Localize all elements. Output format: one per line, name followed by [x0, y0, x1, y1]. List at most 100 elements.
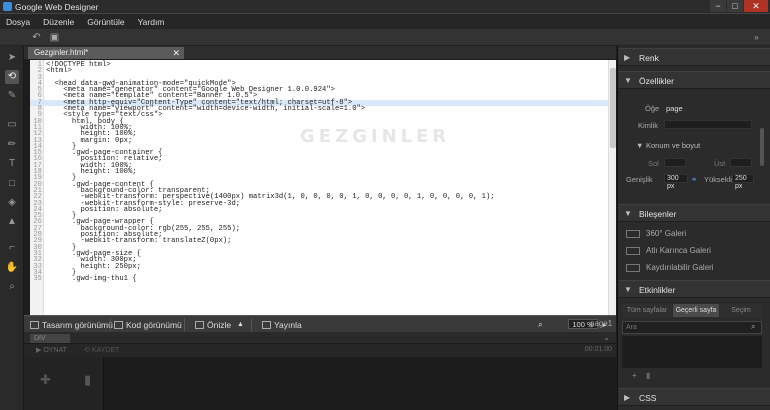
- zoom-icon: ⌕: [538, 319, 543, 329]
- preview-icon: [195, 320, 204, 329]
- tab-tum-sayfalar[interactable]: Tüm sayfalar: [622, 304, 672, 317]
- hand-tool-icon[interactable]: ✋: [5, 261, 19, 275]
- component-label: Atlı Karınca Galeri: [646, 246, 711, 255]
- close-button[interactable]: ✕: [744, 0, 768, 12]
- menu-duzenle[interactable]: Düzenle: [43, 17, 74, 27]
- collapse-timeline-icon[interactable]: ⌄: [603, 333, 610, 342]
- app-window: Google Web Designer − □ ✕ Dosya Düzenle …: [0, 0, 770, 410]
- sol-field[interactable]: [664, 158, 686, 167]
- fill-tool-icon[interactable]: ◈: [5, 196, 19, 210]
- tab-document-label: Gezginler.html*: [34, 48, 89, 57]
- events-search-input[interactable]: Ara: [622, 321, 762, 334]
- title-bar: Google Web Designer − □ ✕: [0, 0, 770, 14]
- view-bar: Tasarım görünümü Kod görünümü Önizle ▲ Y…: [24, 315, 616, 332]
- section-renk[interactable]: ▶ Renk: [618, 48, 770, 66]
- delete-event-icon[interactable]: ▮: [646, 371, 650, 380]
- collapse-arrow-icon: ▼: [624, 285, 632, 294]
- 3d-rotate-tool-icon[interactable]: ⟲: [5, 70, 19, 84]
- code-editor[interactable]: 1 <!DOCTYPE html> 2 <html> 3 4 <head data-gwd…: [30, 60, 616, 315]
- tab-document[interactable]: Gezginler.html* ✕: [28, 47, 184, 59]
- width-field[interactable]: 300 px: [664, 174, 688, 190]
- section-bilesenler[interactable]: ▼ Bileşenler: [618, 204, 770, 222]
- timeline-header: DIV ⌄: [24, 332, 616, 344]
- divider: [251, 318, 252, 331]
- code-view-button[interactable]: Kod görünümü: [114, 319, 182, 330]
- section-label: Özellikler: [639, 76, 674, 86]
- events-list: [622, 336, 762, 368]
- right-panel: ▶ Renk ▼ Özellikler Öğe page Kimlik ▼ Konu…: [617, 46, 770, 410]
- link-icon[interactable]: ⚭: [691, 175, 697, 184]
- undo-icon[interactable]: ↶: [31, 32, 42, 43]
- page-label: page1: [590, 319, 613, 328]
- timeline-controls: ▶ OYNAT ⟲ KAYDET 00:01.00: [24, 344, 616, 357]
- element-tab[interactable]: DIV: [30, 334, 70, 343]
- window-controls: − □ ✕: [709, 0, 768, 13]
- component-carousel[interactable]: Atlı Karınca Galeri: [626, 246, 711, 255]
- panel-scrollbar[interactable]: [760, 128, 764, 166]
- menu-yardim[interactable]: Yardım: [138, 17, 165, 27]
- maximize-button[interactable]: □: [727, 0, 743, 12]
- record-label: KAYDET: [91, 347, 120, 354]
- expand-panel-icon[interactable]: »: [751, 32, 762, 43]
- save-icon[interactable]: ▣: [49, 32, 60, 43]
- zoom-tool-icon[interactable]: ⌕: [5, 280, 19, 294]
- oge-label: Öğe: [645, 104, 660, 113]
- preview-dropdown-icon[interactable]: ▲: [237, 319, 244, 330]
- component-360-galeri[interactable]: 360° Galeri: [626, 229, 686, 238]
- section-etkinlikler[interactable]: ▼ Etkinlikler: [618, 280, 770, 298]
- select-tool-icon[interactable]: ➤: [5, 51, 19, 65]
- divider: [110, 318, 111, 331]
- swipe-gallery-icon: [626, 263, 640, 272]
- menu-goruntule[interactable]: Görüntüle: [87, 17, 124, 27]
- publish-button[interactable]: Yayınla: [262, 319, 302, 330]
- component-swipe[interactable]: Kaydırılabilir Galeri: [626, 263, 714, 272]
- search-icon[interactable]: ⌕: [751, 322, 755, 332]
- record-button[interactable]: ⟲ KAYDET: [84, 346, 119, 354]
- konum-toggle-icon[interactable]: ▼: [636, 141, 643, 150]
- code-view-icon: [114, 320, 123, 329]
- add-keyframe-icon[interactable]: ✚: [40, 372, 51, 388]
- publish-icon: [262, 320, 271, 329]
- preview-label: Önizle: [207, 319, 232, 330]
- tools-sidebar: ➤ ⟲ ✎ ▭ ✏ T □ ◈ ▲ ⌐ ✋ ⌕: [0, 46, 24, 410]
- scrollbar-thumb[interactable]: [610, 68, 616, 148]
- close-tab-icon[interactable]: ✕: [172, 47, 180, 59]
- eyedropper-tool-icon[interactable]: ⌐: [5, 241, 19, 255]
- play-button[interactable]: ▶ OYNAT: [36, 346, 67, 354]
- timeline-layers: ✚ ▮: [24, 357, 104, 410]
- section-label: Bileşenler: [639, 209, 677, 219]
- menu-dosya[interactable]: Dosya: [6, 17, 30, 27]
- line-number: 35: [33, 275, 42, 284]
- text-tool-icon[interactable]: T: [5, 157, 19, 171]
- shape-tool-icon[interactable]: □: [5, 177, 19, 191]
- section-css[interactable]: ▶ CSS: [618, 388, 770, 406]
- pen-tool-icon[interactable]: ✎: [5, 89, 19, 103]
- section-ozellikler[interactable]: ▼ Özellikler: [618, 71, 770, 89]
- delete-icon[interactable]: ▮: [84, 372, 91, 388]
- section-label: CSS: [639, 393, 657, 403]
- collapse-arrow-icon: ▼: [624, 209, 632, 218]
- component-label: 360° Galeri: [646, 229, 687, 238]
- tab-gecerli-sayfa[interactable]: Geçerli sayfa: [673, 304, 719, 317]
- minimize-button[interactable]: −: [710, 0, 726, 12]
- oge-value: page: [666, 104, 683, 113]
- section-label: Renk: [639, 53, 659, 63]
- pencil-tool-icon[interactable]: ✏: [5, 138, 19, 152]
- kimlik-field[interactable]: [664, 120, 752, 129]
- document-tabs: Gezginler.html* ✕: [24, 46, 616, 59]
- kimlik-label: Kimlik: [638, 121, 658, 130]
- gallery-360-icon: [626, 229, 640, 238]
- tab-secim[interactable]: Seçim: [720, 304, 762, 317]
- design-view-button[interactable]: Tasarım görünümü: [30, 319, 113, 330]
- menu-bar: Dosya Düzenle Görüntüle Yardım: [0, 14, 770, 29]
- ust-field[interactable]: [730, 158, 752, 167]
- preview-button[interactable]: Önizle: [195, 319, 231, 330]
- add-event-icon[interactable]: +: [632, 371, 637, 380]
- paint-bucket-icon[interactable]: ▲: [5, 215, 19, 229]
- tag-tool-icon[interactable]: ▭: [5, 118, 19, 132]
- publish-label: Yayınla: [274, 319, 302, 330]
- editor-scrollbar[interactable]: [608, 60, 616, 315]
- height-field[interactable]: 250 px: [732, 174, 754, 190]
- design-view-label: Tasarım görünümü: [42, 319, 113, 330]
- code-line[interactable]: 35 .gwd-img-thu1 {: [30, 275, 608, 284]
